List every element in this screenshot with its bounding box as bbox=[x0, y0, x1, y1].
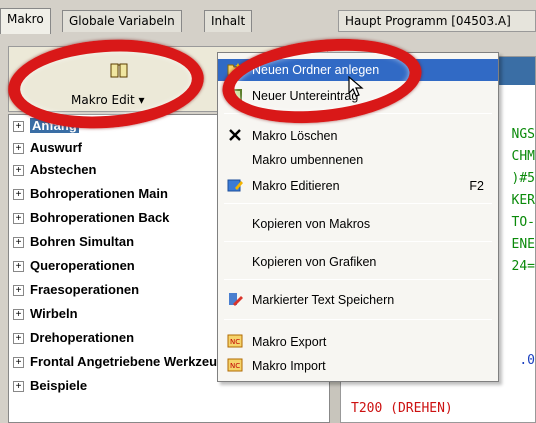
expand-icon[interactable]: + bbox=[13, 165, 24, 177]
code-line: 24= bbox=[511, 259, 535, 274]
menu-item-label: Kopieren von Makros bbox=[252, 217, 371, 231]
menu-item-edit-macro[interactable]: Makro Editieren F2 bbox=[218, 175, 498, 197]
code-line: CHM bbox=[511, 149, 535, 164]
tree-item[interactable]: + Bohroperationen Main bbox=[13, 186, 168, 208]
code-line: ENE bbox=[511, 237, 535, 252]
code-line: NGS bbox=[511, 127, 535, 142]
menu-item-rename-macro[interactable]: Makro umbennenen bbox=[218, 149, 498, 171]
svg-text:NC: NC bbox=[230, 338, 240, 346]
menu-separator bbox=[224, 241, 492, 242]
tab-makro[interactable]: Makro bbox=[0, 8, 51, 34]
delete-x-icon bbox=[226, 128, 244, 144]
expand-icon[interactable]: + bbox=[13, 121, 24, 133]
tree-item[interactable]: + Bohroperationen Back bbox=[13, 210, 169, 232]
tree-item[interactable]: + Bohren Simultan bbox=[13, 234, 134, 256]
svg-text:NC: NC bbox=[230, 362, 240, 370]
mouse-cursor-icon bbox=[348, 75, 364, 101]
menu-item-label: Makro Löschen bbox=[252, 129, 338, 143]
expand-icon[interactable]: + bbox=[13, 357, 24, 369]
tree-item[interactable]: + Beispiele bbox=[13, 378, 87, 400]
save-text-icon bbox=[226, 292, 244, 308]
menu-item-save-marked-text[interactable]: Markierter Text Speichern bbox=[218, 289, 498, 311]
tree-item[interactable]: + Abstechen bbox=[13, 162, 96, 184]
code-line: KER bbox=[511, 193, 535, 208]
edit-icon bbox=[226, 178, 244, 194]
tree-item[interactable]: + Wirbeln bbox=[13, 306, 78, 328]
expand-icon[interactable]: + bbox=[13, 285, 24, 297]
menu-item-label: Kopieren von Grafiken bbox=[252, 255, 377, 269]
code-line: T200 (DREHEN) bbox=[351, 401, 453, 416]
menu-separator bbox=[224, 203, 492, 204]
menu-item-label: Makro Export bbox=[252, 335, 327, 349]
tree-item[interactable]: + Drehoperationen bbox=[13, 330, 134, 352]
expand-icon[interactable]: + bbox=[13, 213, 24, 225]
menu-item-label: Markierter Text Speichern bbox=[252, 293, 395, 307]
menu-item-label: Makro Import bbox=[252, 359, 326, 373]
expand-icon[interactable]: + bbox=[13, 261, 24, 273]
expand-icon[interactable]: + bbox=[13, 381, 24, 393]
code-line: )#5 bbox=[511, 171, 535, 186]
code-line: TO- bbox=[511, 215, 535, 230]
tab-globale-variabeln[interactable]: Globale Variabeln bbox=[62, 10, 182, 32]
tab-inhalt[interactable]: Inhalt bbox=[204, 10, 253, 32]
menu-item-copy-macros[interactable]: Kopieren von Makros bbox=[218, 213, 498, 235]
import-icon: NC bbox=[226, 358, 244, 374]
menu-item-delete-macro[interactable]: Makro Löschen bbox=[218, 125, 498, 147]
menu-item-label: Makro Editieren bbox=[252, 179, 340, 193]
export-icon: NC bbox=[226, 334, 244, 350]
tree-item[interactable]: + Queroperationen bbox=[13, 258, 135, 280]
tree-item[interactable]: + Fraesoperationen bbox=[13, 282, 139, 304]
menu-item-label: Makro umbennenen bbox=[252, 153, 364, 167]
expand-icon[interactable]: + bbox=[13, 189, 24, 201]
tree-item[interactable]: + Frontal Angetriebene Werkzeuge bbox=[13, 354, 232, 376]
menu-item-macro-import[interactable]: NC Makro Import bbox=[218, 355, 498, 377]
menu-separator bbox=[224, 319, 492, 320]
editor-title: Haupt Programm [04503.A] bbox=[338, 10, 536, 32]
expand-icon[interactable]: + bbox=[13, 143, 24, 155]
menu-item-copy-graphics[interactable]: Kopieren von Grafiken bbox=[218, 251, 498, 273]
menu-item-macro-export[interactable]: NC Makro Export bbox=[218, 331, 498, 353]
expand-icon[interactable]: + bbox=[13, 333, 24, 345]
tab-bar: Makro Globale Variabeln Inhalt bbox=[0, 8, 272, 34]
expand-icon[interactable]: + bbox=[13, 237, 24, 249]
menu-item-shortcut: F2 bbox=[469, 179, 484, 193]
code-line: .0 bbox=[519, 353, 535, 368]
menu-separator bbox=[224, 279, 492, 280]
expand-icon[interactable]: + bbox=[13, 309, 24, 321]
tree-item[interactable]: + Auswurf bbox=[13, 140, 82, 162]
